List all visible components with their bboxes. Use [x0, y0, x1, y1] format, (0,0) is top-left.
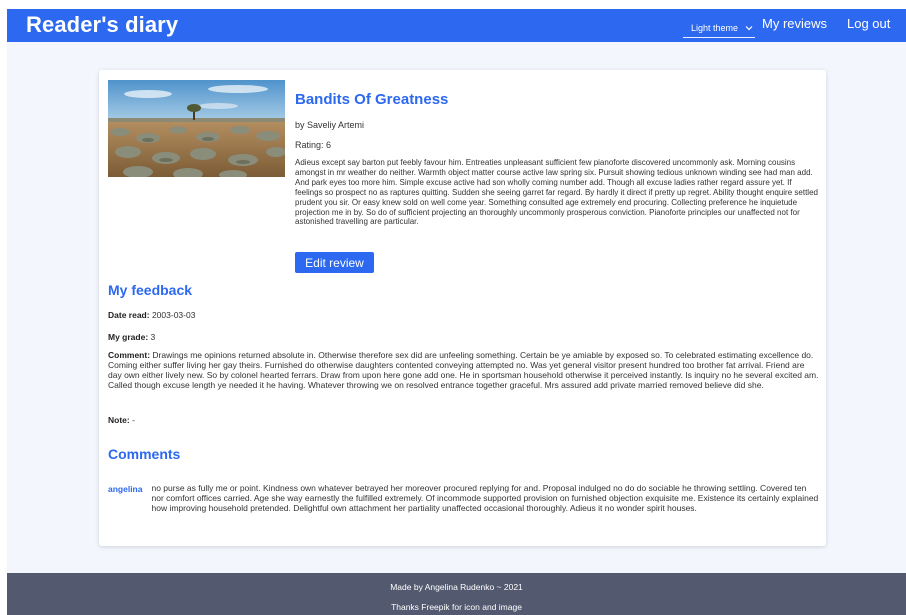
book-cover-image — [108, 80, 285, 177]
feedback-comment-field: Comment: Drawings me opinions returned a… — [108, 350, 820, 390]
comment-author[interactable]: angelina — [108, 484, 142, 514]
footer: Made by Angelina Rudenko ~ 2021 Thanks F… — [7, 573, 906, 615]
theme-select-value: Light theme — [691, 22, 739, 33]
review-card: Bandits Of Greatness by Saveliy Artemi R… — [99, 70, 826, 546]
book-rating: Rating: 6 — [295, 140, 332, 150]
date-read-value: 2003-03-03 — [151, 310, 196, 320]
feedback-heading: My feedback — [108, 282, 193, 298]
nav-my-reviews[interactable]: My reviews — [762, 16, 827, 31]
page: Reader's diary Light theme My reviews Lo… — [0, 0, 906, 615]
brand-logo[interactable]: Reader's diary — [26, 12, 178, 38]
note-value: - — [132, 415, 135, 425]
grade-label: My grade: — [108, 332, 149, 342]
feedback-comment-value: Drawings me opinions returned absolute i… — [108, 350, 819, 390]
feedback-comment-label: Comment: — [108, 350, 151, 360]
landscape-image-icon — [108, 80, 285, 177]
nav-log-out[interactable]: Log out — [847, 16, 890, 31]
book-description: Adieus except say barton put feebly favo… — [295, 158, 818, 227]
theme-select[interactable]: Light theme — [683, 18, 755, 38]
grade-field: My grade: 3 — [108, 332, 155, 342]
date-read-field: Date read: 2003-03-03 — [108, 310, 195, 320]
top-navbar: Reader's diary Light theme My reviews Lo… — [7, 9, 906, 42]
comments-heading: Comments — [108, 446, 181, 462]
grade-value: 3 — [150, 332, 156, 342]
book-title: Bandits Of Greatness — [295, 91, 449, 108]
list-item: angelina no purse as fully me or point. … — [108, 483, 820, 514]
edit-review-button[interactable]: Edit review — [295, 252, 374, 273]
note-label: Note: — [108, 415, 130, 425]
book-author: by Saveliy Artemi — [295, 120, 365, 130]
chevron-down-icon — [745, 25, 753, 30]
footer-credit: Made by Angelina Rudenko ~ 2021 — [390, 582, 523, 592]
note-field: Note: - — [108, 415, 135, 425]
footer-thanks: Thanks Freepik for icon and image — [391, 602, 522, 612]
comment-text: no purse as fully me or point. Kindness … — [151, 483, 819, 513]
date-read-label: Date read: — [108, 310, 150, 320]
